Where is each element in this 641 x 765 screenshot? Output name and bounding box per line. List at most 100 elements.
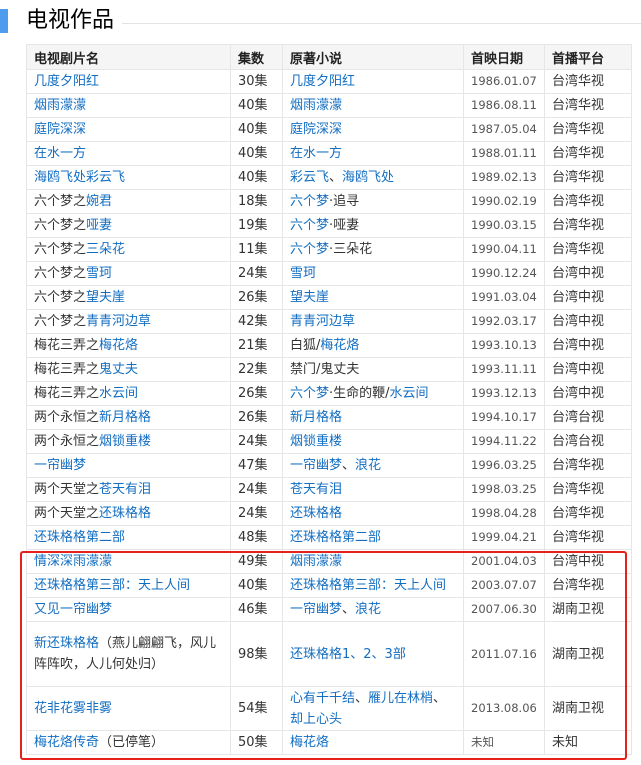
title-link[interactable]: 花非花雾非雾 [34,701,112,716]
novel-link[interactable]: 烟雨濛濛 [290,98,342,113]
novel-link[interactable]: 新月格格 [290,410,342,425]
cell-premiere-date: 1988.01.11 [463,141,545,166]
novel-link[interactable]: 雁儿在林梢 [368,691,433,706]
title-link[interactable]: 哑妻 [86,218,112,233]
table-row: 又见一帘幽梦 46集 一帘幽梦、浪花 2007.06.30 湖南卫视 [26,597,632,622]
novel-link[interactable]: 庭院深深 [290,122,342,137]
cell-platform: 台湾华视 [544,525,632,550]
novel-text: 、 [342,458,356,473]
novel-link[interactable]: 浪花 [355,602,381,617]
novel-text: 白狐/ [290,338,321,353]
title-link[interactable]: 水云间 [99,386,138,401]
cell-premiere-date: 1987.05.04 [463,117,545,142]
title-link[interactable]: 婉君 [86,194,112,209]
title-link[interactable]: 青青河边草 [86,314,151,329]
novel-link[interactable]: 几度夕阳红 [290,74,355,89]
title-link[interactable]: 还珠格格 [99,506,151,521]
cell-novel: 心有千千结、雁儿在林梢、却上心头 [282,686,464,731]
title-link[interactable]: 三朵花 [86,242,125,257]
title-link[interactable]: 情深深雨濛濛 [34,554,112,569]
cell-platform: 台湾华视 [544,189,632,214]
cell-episodes: 47集 [230,453,283,478]
title-link[interactable]: 还珠格格第三部：天上人间 [34,578,190,593]
cell-platform: 台湾中视 [544,357,632,382]
novel-link[interactable]: 六个梦 [290,194,329,209]
cell-premiere-date: 1994.10.17 [463,405,545,430]
cell-premiere-date: 1992.03.17 [463,309,545,334]
cell-title: 一帘幽梦 [26,453,231,478]
title-text: 六个梦之 [34,290,87,305]
novel-link[interactable]: 心有千千结 [290,691,355,706]
novel-link[interactable]: 六个梦 [290,242,329,257]
novel-link[interactable]: 苍天有泪 [290,482,342,497]
title-link[interactable]: 海鸥飞处彩云飞 [34,170,125,185]
title-link[interactable]: 新月格格 [99,410,151,425]
table-row: 一帘幽梦 47集 一帘幽梦、浪花 1996.03.25 台湾华视 [26,453,632,478]
title-text: 两个永恒之 [34,410,100,425]
cell-title: 梅花三弄之鬼丈夫 [26,357,231,382]
novel-link[interactable]: 还珠格格1、2、3部 [290,647,406,662]
cell-title: 还珠格格第三部：天上人间 [26,573,231,598]
novel-link[interactable]: 烟雨濛濛 [290,554,342,569]
novel-link[interactable]: 雪珂 [290,266,316,281]
cell-episodes: 11集 [230,237,283,262]
novel-text: 、 [355,690,369,706]
cell-novel: 还珠格格第二部 [282,525,464,550]
cell-title: 还珠格格第二部 [26,525,231,550]
novel-link[interactable]: 还珠格格第二部 [290,530,381,545]
cell-novel: 六个梦·生命的鞭/水云间 [282,381,464,406]
novel-link[interactable]: 梅花烙 [320,338,359,353]
novel-link[interactable]: 梅花烙 [290,735,329,750]
novel-link[interactable]: 彩云飞 [290,170,329,185]
novel-link[interactable]: 望夫崖 [290,290,329,305]
title-link[interactable]: 还珠格格第二部 [34,530,125,545]
cell-title: 六个梦之三朵花 [26,237,231,262]
cell-episodes: 26集 [230,381,283,406]
cell-title: 几度夕阳红 [26,69,231,94]
title-link[interactable]: 几度夕阳红 [34,74,99,89]
title-link[interactable]: 望夫崖 [86,290,125,305]
cell-novel: 六个梦·哑妻 [282,213,464,238]
title-link[interactable]: 鬼丈夫 [99,362,138,377]
title-link[interactable]: 一帘幽梦 [34,458,86,473]
title-link[interactable]: 雪珂 [86,266,112,281]
cell-title: 两个永恒之新月格格 [26,405,231,430]
novel-link[interactable]: 一帘幽梦 [290,602,342,617]
cell-platform: 台湾华视 [544,117,632,142]
cell-episodes: 26集 [230,285,283,310]
novel-link[interactable]: 水云间 [390,386,429,401]
novel-link[interactable]: 一帘幽梦 [290,458,342,473]
novel-link[interactable]: 六个梦 [290,218,329,233]
table-row: 庭院深深 40集 庭院深深 1987.05.04 台湾华视 [26,117,632,142]
cell-premiere-date: 1991.03.04 [463,285,545,310]
title-link[interactable]: 又见一帘幽梦 [34,602,112,617]
novel-text: 禁门/鬼丈夫 [290,362,360,377]
title-text: 两个永恒之 [34,434,100,449]
title-link[interactable]: 烟锁重楼 [99,434,151,449]
cell-novel: 梅花烙 [282,730,464,755]
cell-platform: 台湾中视 [544,549,632,574]
title-link[interactable]: 烟雨濛濛 [34,98,86,113]
title-link[interactable]: 梅花烙 [99,338,138,353]
novel-link[interactable]: 六个梦 [290,386,329,401]
cell-episodes: 48集 [230,525,283,550]
title-link[interactable]: 庭院深深 [34,122,86,137]
novel-link[interactable]: 在水一方 [290,146,342,161]
title-link[interactable]: 在水一方 [34,146,86,161]
novel-link[interactable]: 青青河边草 [290,314,355,329]
cell-episodes: 18集 [230,189,283,214]
novel-link[interactable]: 海鸥飞处 [342,170,394,185]
title-text: 梅花三弄之 [34,338,100,353]
title-link[interactable]: 梅花烙传奇 [34,735,99,750]
novel-link[interactable]: 还珠格格第三部：天上人间 [290,578,446,593]
novel-link[interactable]: 还珠格格 [290,506,342,521]
title-link[interactable]: 苍天有泪 [99,482,151,497]
novel-link[interactable]: 浪花 [355,458,381,473]
title-link[interactable]: 新还珠格格 [34,636,99,651]
cell-novel: 青青河边草 [282,309,464,334]
title-text: 六个梦之 [34,314,87,329]
cell-novel: 六个梦·追寻 [282,189,464,214]
novel-link[interactable]: 却上心头 [290,712,342,727]
novel-link[interactable]: 烟锁重楼 [290,434,342,449]
cell-premiere-date: 2013.08.06 [463,686,545,731]
